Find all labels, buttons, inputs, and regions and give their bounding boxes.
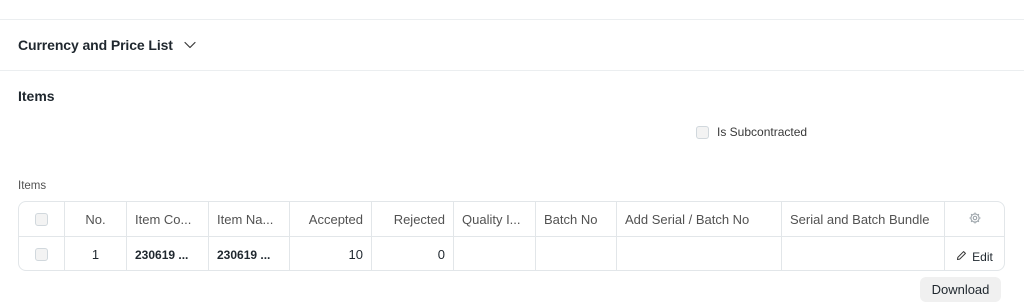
pencil-icon <box>956 250 967 264</box>
col-add-serial-batch: Add Serial / Batch No <box>617 202 782 236</box>
grid-settings-button[interactable] <box>945 202 1004 236</box>
items-section-title: Items <box>18 88 55 104</box>
gear-icon <box>968 211 982 228</box>
cell-no: 1 <box>65 237 127 270</box>
cell-accepted[interactable]: 10 <box>290 237 372 270</box>
cell-quality-inspection[interactable] <box>454 237 536 270</box>
col-no: No. <box>65 202 127 236</box>
cell-add-serial-batch[interactable] <box>617 237 782 270</box>
section-divider <box>0 70 1024 71</box>
currency-price-list-section-toggle[interactable]: Currency and Price List <box>18 37 196 53</box>
row-checkbox[interactable] <box>35 248 48 261</box>
col-accepted: Accepted <box>290 202 372 236</box>
items-grid: No. Item Co... Item Na... Accepted Rejec… <box>18 201 1005 271</box>
col-item-name: Item Na... <box>209 202 290 236</box>
col-batch-no: Batch No <box>536 202 617 236</box>
row-edit-button[interactable]: Edit <box>956 250 993 264</box>
row-edit-label: Edit <box>972 249 993 264</box>
is-subcontracted-checkbox-box[interactable] <box>696 125 709 139</box>
items-grid-label: Items <box>18 180 47 192</box>
table-row[interactable]: 1 230619 ... 230619 ... 10 0 Edit <box>19 237 1004 270</box>
is-subcontracted-label: Is Subcontracted <box>717 125 808 139</box>
cell-serial-batch-bundle[interactable] <box>782 237 945 270</box>
currency-price-list-title: Currency and Price List <box>18 37 173 53</box>
col-item-code: Item Co... <box>127 202 209 236</box>
chevron-down-icon <box>184 41 196 49</box>
col-quality-inspection: Quality I... <box>454 202 536 236</box>
cell-item-name[interactable]: 230619 ... <box>209 237 290 270</box>
col-rejected: Rejected <box>372 202 454 236</box>
grid-header-row: No. Item Co... Item Na... Accepted Rejec… <box>19 202 1004 237</box>
download-button[interactable]: Download <box>920 277 1001 302</box>
row-select-cell <box>19 237 65 270</box>
cell-batch-no[interactable] <box>536 237 617 270</box>
is-subcontracted-checkbox[interactable]: Is Subcontracted <box>696 125 807 139</box>
cell-rejected[interactable]: 0 <box>372 237 454 270</box>
row-edit-cell: Edit <box>945 237 1004 270</box>
top-divider <box>0 19 1024 20</box>
select-all-cell <box>19 202 65 236</box>
cell-item-code[interactable]: 230619 ... <box>127 237 209 270</box>
select-all-checkbox[interactable] <box>35 212 48 226</box>
col-serial-batch-bundle: Serial and Batch Bundle <box>782 202 945 236</box>
